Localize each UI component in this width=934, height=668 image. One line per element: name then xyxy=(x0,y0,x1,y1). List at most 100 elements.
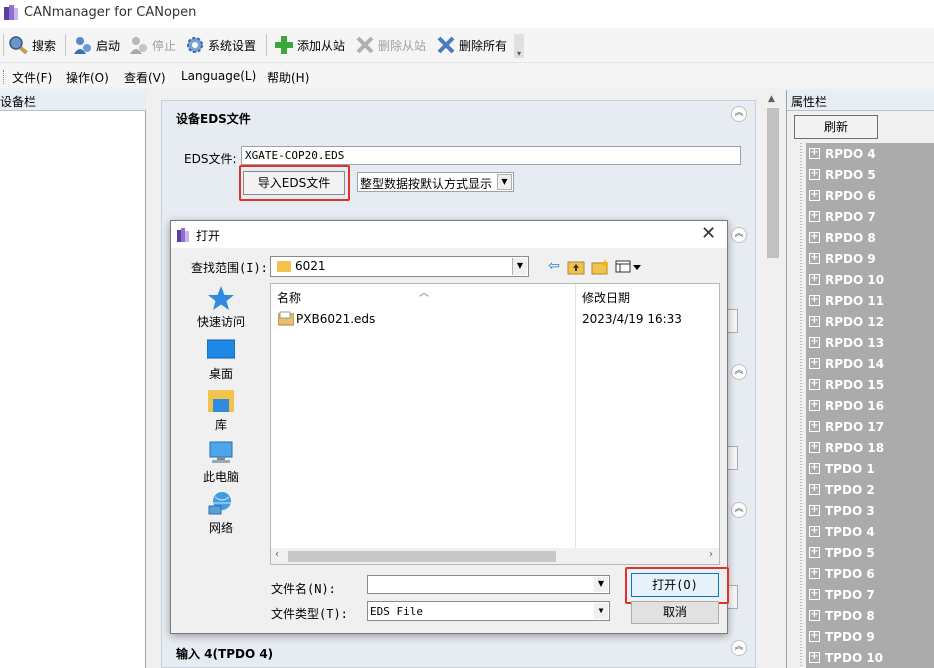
column-header-date[interactable]: 修改日期 xyxy=(582,289,630,306)
stop-button[interactable]: 停止 xyxy=(128,32,176,58)
toolbar-overflow-button[interactable]: ▾ xyxy=(514,34,524,58)
expand-icon[interactable]: + xyxy=(809,190,820,201)
property-tree-item[interactable]: + TPDO 8 xyxy=(806,605,934,626)
horizontal-scrollbar[interactable]: ‹ › xyxy=(271,548,719,564)
expand-icon[interactable]: + xyxy=(809,211,820,222)
back-icon[interactable]: ⇦ xyxy=(545,258,563,275)
expand-icon[interactable]: + xyxy=(809,505,820,516)
scroll-right-icon[interactable]: › xyxy=(709,549,713,560)
view-menu-icon[interactable] xyxy=(615,258,643,275)
menu-help[interactable]: 帮助(H) xyxy=(267,69,309,86)
column-header-name[interactable]: 名称 xyxy=(277,289,301,306)
section-button-edge[interactable] xyxy=(728,446,738,470)
place-this-pc[interactable]: 此电脑 xyxy=(183,440,259,485)
expand-icon[interactable]: + xyxy=(809,274,820,285)
expand-icon[interactable]: + xyxy=(809,316,820,327)
expand-icon[interactable]: + xyxy=(809,631,820,642)
section-button-edge[interactable] xyxy=(728,309,738,333)
collapse-section-button[interactable]: ︽ xyxy=(731,502,747,518)
property-tree-item[interactable]: + RPDO 16 xyxy=(806,395,934,416)
property-tree-item[interactable]: + TPDO 4 xyxy=(806,521,934,542)
add-slave-button[interactable]: 添加从站 xyxy=(273,32,345,58)
collapse-section-button[interactable]: ︽ xyxy=(731,640,747,656)
refresh-button[interactable]: 刷新 xyxy=(794,115,878,139)
file-list[interactable]: ︿ 名称 修改日期 PXB6021.eds 2023/4/19 16:33 ‹ … xyxy=(270,283,720,565)
expand-icon[interactable]: + xyxy=(809,421,820,432)
expand-icon[interactable]: + xyxy=(809,358,820,369)
file-name[interactable]: PXB6021.eds xyxy=(296,312,375,326)
expand-icon[interactable]: + xyxy=(809,442,820,453)
property-tree-item[interactable]: + RPDO 4 xyxy=(806,143,934,164)
expand-icon[interactable]: + xyxy=(809,526,820,537)
place-network[interactable]: 网络 xyxy=(183,491,259,536)
property-tree-item[interactable]: + TPDO 3 xyxy=(806,500,934,521)
property-tree-item[interactable]: + RPDO 13 xyxy=(806,332,934,353)
filetype-select[interactable]: EDS File ▼ xyxy=(367,601,610,621)
scroll-thumb[interactable] xyxy=(767,108,779,258)
property-tree-item[interactable]: + RPDO 7 xyxy=(806,206,934,227)
remove-slave-button[interactable]: 删除从站 xyxy=(354,32,426,58)
place-quick-access[interactable]: 快速访问 xyxy=(183,285,259,330)
column-divider[interactable] xyxy=(575,284,576,549)
property-tree-item[interactable]: + RPDO 18 xyxy=(806,437,934,458)
property-tree-item[interactable]: + TPDO 1 xyxy=(806,458,934,479)
property-tree-item[interactable]: + RPDO 15 xyxy=(806,374,934,395)
property-tree-item[interactable]: + TPDO 5 xyxy=(806,542,934,563)
property-tree-item[interactable]: + TPDO 7 xyxy=(806,584,934,605)
display-mode-select[interactable]: 整型数据按默认方式显示 ▼ xyxy=(357,172,514,192)
property-tree-item[interactable]: + RPDO 8 xyxy=(806,227,934,248)
menu-file[interactable]: 文件(F) xyxy=(12,69,52,86)
menu-language[interactable]: Language(L) xyxy=(181,69,256,83)
property-tree-item[interactable]: + TPDO 2 xyxy=(806,479,934,500)
chevron-down-icon[interactable]: ▼ xyxy=(594,577,608,592)
property-tree-item[interactable]: + RPDO 11 xyxy=(806,290,934,311)
expand-icon[interactable]: + xyxy=(809,232,820,243)
scroll-thumb[interactable] xyxy=(288,551,556,562)
expand-icon[interactable]: + xyxy=(809,253,820,264)
property-tree-item[interactable]: + RPDO 12 xyxy=(806,311,934,332)
expand-icon[interactable]: + xyxy=(809,148,820,159)
menu-view[interactable]: 查看(V) xyxy=(124,69,166,86)
collapse-eds-section-button[interactable]: ︽ xyxy=(731,106,747,122)
filename-input[interactable]: ▼ xyxy=(367,575,610,594)
place-desktop[interactable]: 桌面 xyxy=(183,337,259,382)
property-tree-item[interactable]: + RPDO 9 xyxy=(806,248,934,269)
cancel-button[interactable]: 取消 xyxy=(631,601,719,624)
close-icon[interactable]: ✕ xyxy=(701,223,716,244)
property-tree[interactable]: + RPDO 4 + RPDO 5 + RPDO 6 + RPDO 7 + RPDO 8 + RPDO… xyxy=(806,143,934,668)
collapse-section-button[interactable]: ︽ xyxy=(731,227,747,243)
property-tree-item[interactable]: + RPDO 10 xyxy=(806,269,934,290)
remove-all-button[interactable]: 删除所有 xyxy=(435,32,507,58)
expand-icon[interactable]: + xyxy=(809,484,820,495)
expand-icon[interactable]: + xyxy=(809,610,820,621)
settings-button[interactable]: 系统设置 xyxy=(184,32,256,58)
property-tree-item[interactable]: + TPDO 9 xyxy=(806,626,934,647)
expand-icon[interactable]: + xyxy=(809,337,820,348)
expand-icon[interactable]: + xyxy=(809,295,820,306)
expand-icon[interactable]: + xyxy=(809,379,820,390)
main-scrollbar[interactable]: ▲ xyxy=(764,92,782,668)
property-tree-item[interactable]: + RPDO 6 xyxy=(806,185,934,206)
scroll-left-icon[interactable]: ‹ xyxy=(275,549,279,560)
expand-icon[interactable]: + xyxy=(809,463,820,474)
new-folder-icon[interactable] xyxy=(591,258,609,275)
property-tree-item[interactable]: + RPDO 5 xyxy=(806,164,934,185)
expand-icon[interactable]: + xyxy=(809,568,820,579)
property-tree-item[interactable]: + TPDO 10 xyxy=(806,647,934,668)
expand-icon[interactable]: + xyxy=(809,547,820,558)
menu-operate[interactable]: 操作(O) xyxy=(66,69,109,86)
expand-icon[interactable]: + xyxy=(809,169,820,180)
collapse-section-button[interactable]: ︽ xyxy=(731,364,747,380)
property-tree-item[interactable]: + TPDO 6 xyxy=(806,563,934,584)
expand-icon[interactable]: + xyxy=(809,400,820,411)
place-libraries[interactable]: 库 xyxy=(183,388,259,433)
expand-icon[interactable]: + xyxy=(809,589,820,600)
up-folder-icon[interactable] xyxy=(567,258,585,275)
property-tree-item[interactable]: + RPDO 14 xyxy=(806,353,934,374)
search-button[interactable]: 搜索 xyxy=(8,32,56,58)
property-tree-item[interactable]: + RPDO 17 xyxy=(806,416,934,437)
look-in-select[interactable]: 6021 ▼ xyxy=(270,256,529,277)
scroll-up-icon[interactable]: ▲ xyxy=(768,94,775,104)
start-button[interactable]: 启动 xyxy=(72,32,120,58)
eds-file-path-field[interactable]: XGATE-COP20.EDS xyxy=(241,146,741,165)
